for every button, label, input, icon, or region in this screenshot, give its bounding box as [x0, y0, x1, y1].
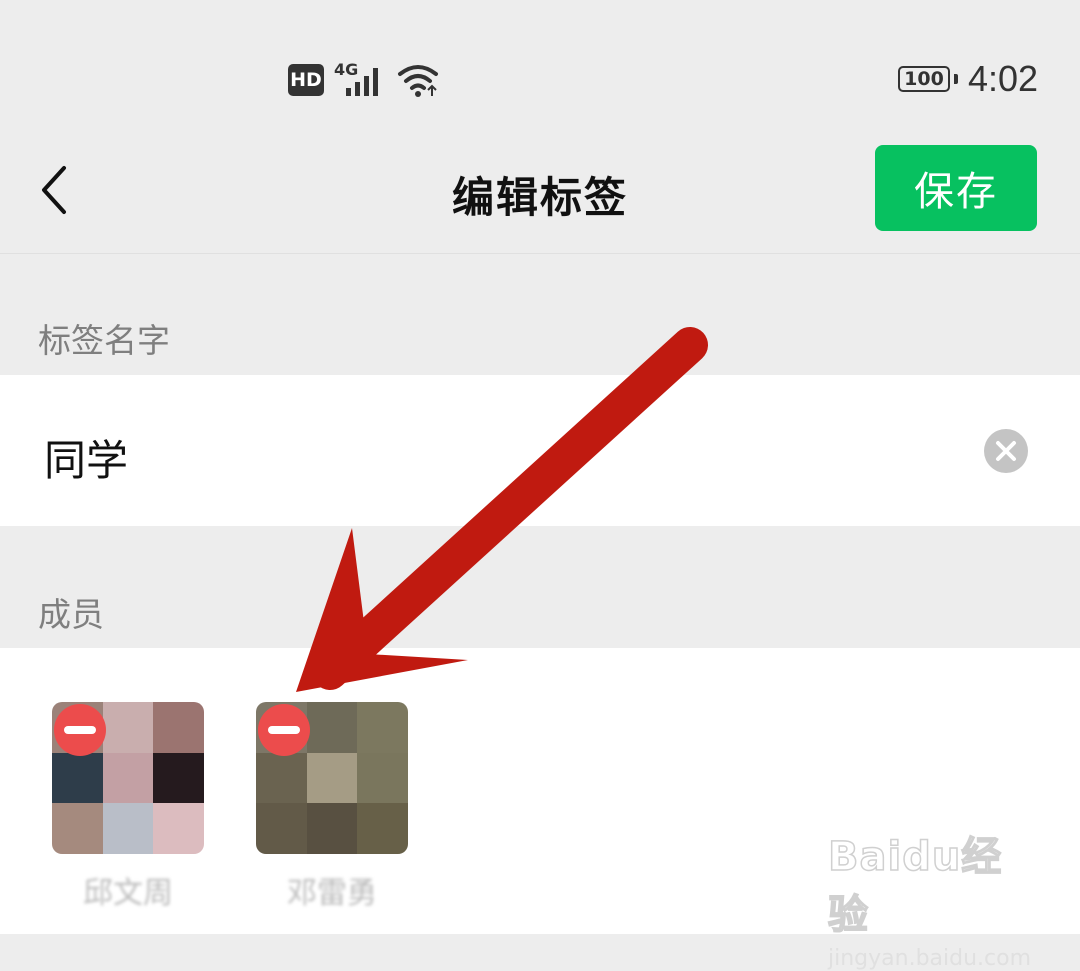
member-name: 邱文周: [83, 876, 173, 911]
save-button[interactable]: 保存: [875, 145, 1037, 231]
tag-name-input[interactable]: 同学: [44, 427, 128, 488]
status-time: 4:02: [968, 58, 1039, 99]
avatar-tile: [102, 752, 154, 804]
cellular-signal-icon: 4G: [334, 60, 386, 100]
avatar-tile: [306, 752, 358, 804]
navigation-bar: 编辑标签 保存: [0, 130, 1080, 254]
avatar-tile: [306, 803, 358, 854]
members-section-label: 成员: [38, 595, 104, 634]
avatar-tile: [102, 702, 154, 753]
remove-member-icon[interactable]: [52, 702, 108, 758]
avatar-tile: [357, 702, 408, 753]
avatar-tile: [102, 803, 154, 854]
avatar-tile: [357, 752, 408, 804]
member-item[interactable]: 邱文周: [52, 702, 204, 912]
clear-icon[interactable]: [984, 429, 1028, 473]
watermark: Baidu经验 jingyan.baidu.com: [827, 824, 1031, 971]
avatar-tile: [153, 803, 204, 854]
status-bar: HD 4G 100 4:02: [0, 0, 1080, 130]
avatar-tile: [256, 752, 307, 804]
member-name: 邓雷勇: [287, 876, 377, 911]
member-item[interactable]: 邓雷勇: [256, 702, 408, 912]
wifi-icon: [398, 65, 438, 97]
tag-name-panel: 同学: [0, 375, 1080, 526]
avatar-tile: [256, 803, 307, 854]
tag-name-section-label: 标签名字: [38, 321, 170, 360]
battery-icon: 100: [898, 66, 958, 94]
watermark-url: jingyan.baidu.com: [828, 946, 1032, 971]
avatar-tile: [357, 803, 408, 854]
battery-level: 100: [898, 66, 950, 92]
avatar-tile: [306, 702, 358, 753]
watermark-brand: Baidu经验: [827, 833, 1003, 939]
status-icons: HD 4G: [288, 58, 440, 102]
avatar-tile: [52, 752, 103, 804]
avatar-tile: [153, 752, 204, 804]
avatar-tile: [52, 803, 103, 854]
hd-badge: HD: [288, 64, 324, 96]
remove-member-icon[interactable]: [256, 702, 312, 758]
avatar-tile: [153, 702, 204, 753]
